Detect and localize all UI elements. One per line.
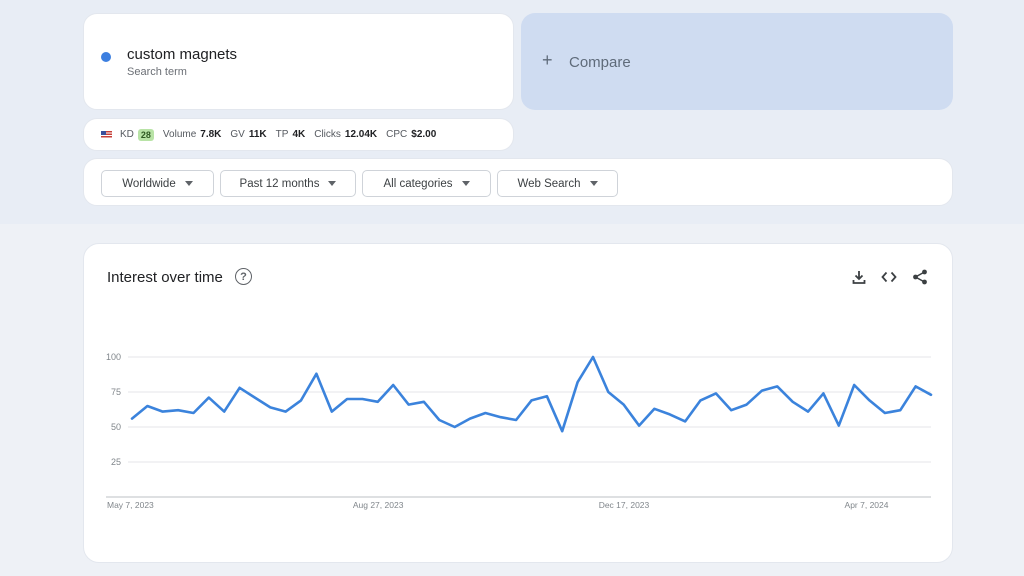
x-tick-label: Aug 27, 2023 [353,500,404,510]
chevron-down-icon [184,181,193,186]
filters-bar: Worldwide Past 12 months All categories … [83,158,953,206]
category-dropdown[interactable]: All categories [362,170,491,197]
data-point[interactable] [190,410,196,416]
data-point[interactable] [882,410,888,416]
region-dropdown[interactable]: Worldwide [101,170,214,197]
search-type-dropdown-label: Web Search [517,177,581,190]
data-point[interactable] [375,399,381,405]
y-tick-label: 100 [106,352,121,362]
tp-value: 4K [292,129,306,140]
data-point[interactable] [774,383,780,389]
data-point[interactable] [790,399,796,405]
data-point[interactable] [651,406,657,412]
data-point[interactable] [144,403,150,409]
x-tick-label: Dec 17, 2023 [599,500,650,510]
search-type-dropdown[interactable]: Web Search [497,170,618,197]
x-tick-label: Apr 7, 2024 [845,500,889,510]
data-point[interactable] [359,396,365,402]
data-point[interactable] [836,423,842,429]
data-point[interactable] [667,411,673,417]
y-tick-label: 50 [111,422,121,432]
data-point[interactable] [175,407,181,413]
data-point[interactable] [436,417,442,423]
volume-value: 7.8K [200,129,222,140]
data-point[interactable] [237,385,243,391]
data-point[interactable] [421,399,427,405]
data-point[interactable] [344,396,350,402]
clicks-value: 12.04K [344,129,378,140]
data-point[interactable] [498,414,504,420]
y-tick-label: 25 [111,457,121,467]
cpc-value: $2.00 [411,129,437,140]
data-point[interactable] [928,392,934,398]
data-point[interactable] [605,389,611,395]
data-point[interactable] [267,404,273,410]
kd-badge: 28 [137,128,154,141]
y-tick-label: 75 [111,387,121,397]
data-point[interactable] [513,417,519,423]
data-point[interactable] [283,409,289,415]
chevron-down-icon [328,181,337,186]
kd-label: KD [120,129,134,140]
gv-label: GV [230,129,245,140]
data-point[interactable] [390,382,396,388]
data-point[interactable] [298,397,304,403]
data-point[interactable] [759,388,765,394]
data-point[interactable] [544,393,550,399]
data-point[interactable] [313,371,319,377]
data-point[interactable] [713,390,719,396]
data-point[interactable] [482,410,488,416]
interest-over-time-card: Interest over time ? 25 50 75 100 May 7, 202… [83,243,953,563]
data-point[interactable] [252,395,258,401]
volume-label: Volume [162,129,197,140]
data-point[interactable] [559,428,565,434]
data-point[interactable] [682,418,688,424]
data-point[interactable] [621,402,627,408]
x-tick-label: May 7, 2023 [107,500,154,510]
data-point[interactable] [406,402,412,408]
data-point[interactable] [467,416,473,422]
term-color-dot [101,52,111,62]
data-point[interactable] [590,354,596,360]
data-point[interactable] [728,407,734,413]
data-point[interactable] [744,402,750,408]
data-point[interactable] [805,409,811,415]
data-point[interactable] [529,397,535,403]
chevron-down-icon [461,181,470,186]
data-point[interactable] [867,397,873,403]
data-point[interactable] [820,390,826,396]
data-point[interactable] [452,424,458,430]
compare-label: Compare [569,54,631,71]
clicks-label: Clicks [314,129,341,140]
data-point[interactable] [698,397,704,403]
data-point[interactable] [206,395,212,401]
tp-label: TP [275,129,289,140]
keyword-metrics-bar: KD 28 Volume 7.8K GV 11K TP 4K Clicks 12… [83,118,514,151]
us-flag-icon [101,130,112,139]
interest-line-chart: 25 50 75 100 May 7, 2023 Aug 27, 2023 Dec 17, … [106,352,934,510]
data-point[interactable] [329,409,335,415]
data-point[interactable] [897,407,903,413]
search-term-card[interactable]: custom magnets Search term [83,13,514,110]
data-point[interactable] [913,383,919,389]
search-term-name[interactable]: custom magnets [127,46,237,63]
time-range-dropdown-label: Past 12 months [239,177,320,190]
data-point[interactable] [636,423,642,429]
data-point[interactable] [575,379,581,385]
data-point[interactable] [851,382,857,388]
data-point[interactable] [221,409,227,415]
chevron-down-icon [589,181,598,186]
series-line[interactable] [130,355,933,433]
plus-icon: + [542,50,553,70]
data-point[interactable] [129,416,135,422]
time-range-dropdown[interactable]: Past 12 months [220,170,356,197]
compare-button[interactable]: + Compare [521,13,953,110]
search-term-sublabel: Search term [127,66,187,78]
data-point[interactable] [160,409,166,415]
gv-value: 11K [248,129,267,140]
cpc-label: CPC [386,129,408,140]
region-dropdown-label: Worldwide [122,177,176,190]
category-dropdown-label: All categories [383,177,453,190]
